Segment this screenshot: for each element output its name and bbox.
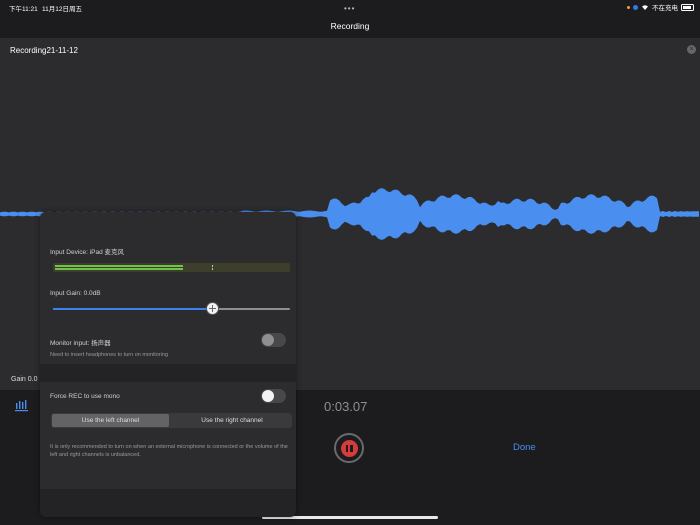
recording-name[interactable]: Recording21-11-12	[10, 46, 78, 55]
force-mono-toggle[interactable]	[261, 389, 286, 403]
status-date: 11月12日周五	[42, 6, 82, 13]
level-meter-right	[55, 268, 183, 270]
toggle-knob	[262, 390, 274, 402]
done-button[interactable]: Done	[513, 442, 536, 453]
channel-segmented-control: Use the left channel Use the right chann…	[51, 413, 292, 428]
monitor-toggle[interactable]	[261, 333, 286, 347]
charging-status: 不在充电	[652, 5, 678, 12]
slider-fill	[53, 308, 212, 310]
mono-hint: It is only recommended to turn on when a…	[50, 444, 288, 458]
force-mono-label: Force REC to use mono	[50, 393, 120, 400]
elapsed-timer: 0:03.07	[324, 399, 368, 414]
input-settings-popover: Input Device: iPad 麦克风 Input Gain: 0.0dB…	[40, 212, 296, 517]
pause-icon	[340, 439, 358, 457]
gain-label: Gain 0.0	[11, 376, 38, 383]
peak-marker-left	[212, 265, 213, 267]
monitor-hint: Need to insert headphones to turn on mon…	[50, 352, 169, 358]
monitor-input-label: Monitor input: 扬声器	[50, 340, 111, 347]
input-gain-label: Input Gain: 0.0dB	[50, 290, 101, 297]
status-right: 不在充电	[627, 2, 694, 12]
toggle-knob	[262, 334, 274, 346]
mic-indicator-icon	[627, 5, 630, 9]
popover-header	[40, 212, 296, 229]
right-channel-segment[interactable]: Use the right channel	[173, 414, 291, 427]
input-device-label[interactable]: Input Device: iPad 麦克风	[50, 246, 124, 256]
level-meter-left	[55, 265, 183, 267]
slider-knob[interactable]	[205, 302, 219, 315]
input-gain-slider[interactable]	[53, 302, 290, 315]
mixer-icon[interactable]	[15, 400, 29, 412]
page-title: Recording	[330, 21, 370, 31]
left-channel-segment[interactable]: Use the left channel	[52, 414, 169, 427]
peak-marker-right	[212, 268, 213, 270]
nav-bar: Recording	[0, 14, 700, 38]
close-icon[interactable]: ×	[687, 45, 696, 54]
pause-button[interactable]	[334, 433, 364, 463]
wifi-icon	[642, 5, 648, 10]
battery-icon	[681, 3, 694, 11]
location-icon	[633, 4, 638, 10]
multitask-dots[interactable]: •••	[344, 4, 355, 13]
input-section: Input Device: iPad 麦克风 Input Gain: 0.0dB…	[40, 229, 296, 364]
level-meter	[53, 263, 290, 272]
status-time: 下午11:21	[9, 6, 38, 13]
